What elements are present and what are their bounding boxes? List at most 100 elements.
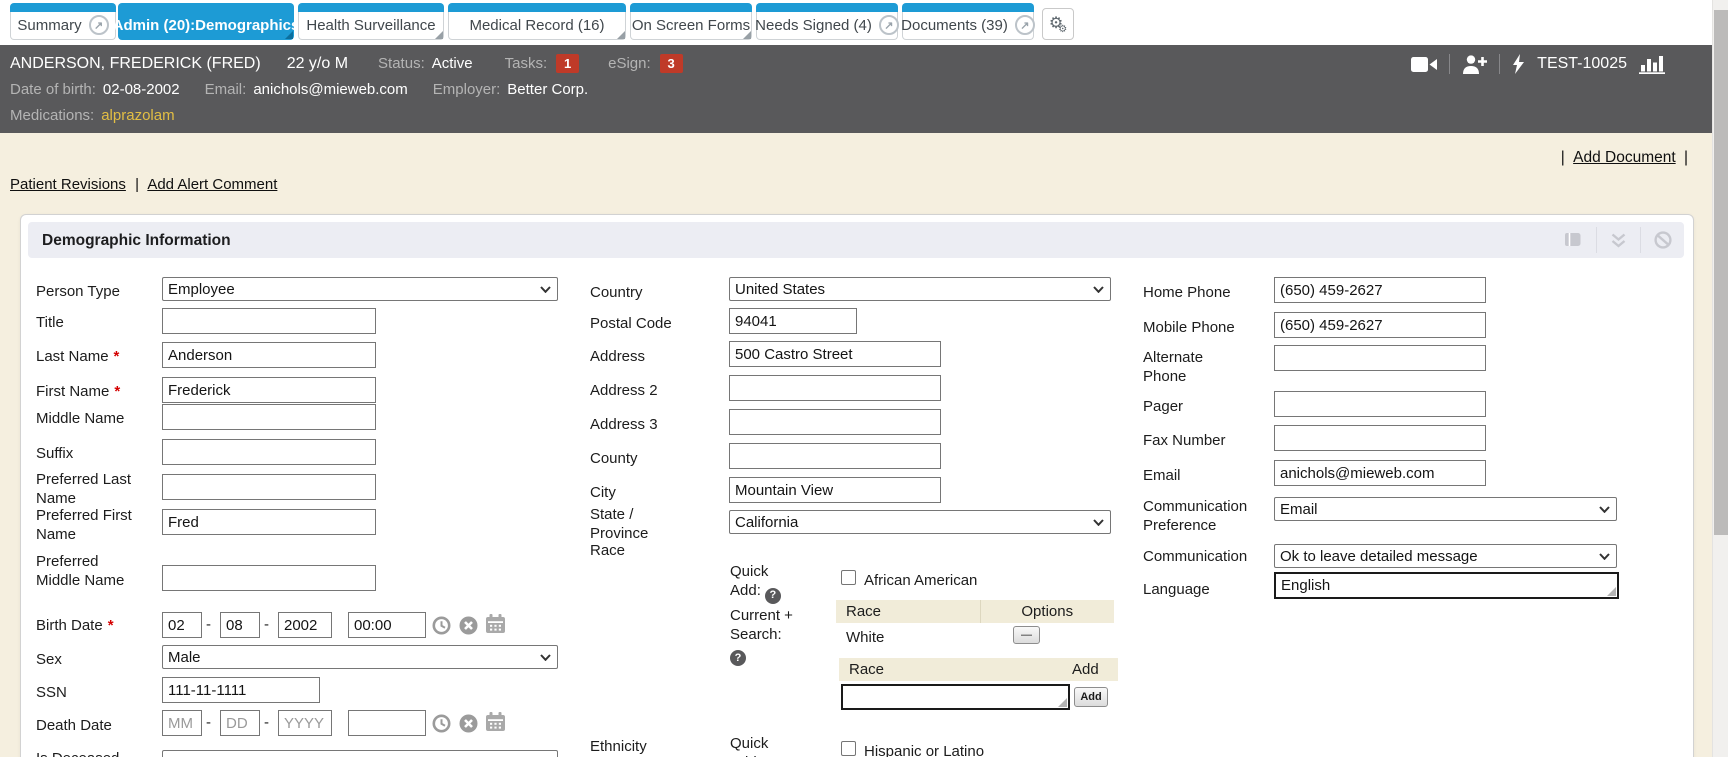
postal-code-label: Postal Code xyxy=(590,314,672,333)
preferred-middle-name-input[interactable] xyxy=(162,565,376,591)
race-add-button[interactable]: Add xyxy=(1074,687,1108,707)
ethnicity-label: Ethnicity xyxy=(590,737,647,756)
race-quick-add-block: Quick Add: Current + Search: xyxy=(730,562,800,666)
mobile-phone-input[interactable] xyxy=(1274,312,1486,338)
help-icon[interactable] xyxy=(765,588,781,604)
add-column-header: Add xyxy=(1068,661,1118,678)
address3-input[interactable] xyxy=(729,409,941,435)
middle-name-label: Middle Name xyxy=(36,409,124,428)
person-type-label: Person Type xyxy=(36,282,120,301)
language-input-wrap xyxy=(1274,572,1619,599)
calendar-icon[interactable] xyxy=(485,712,506,732)
is-deceased-select[interactable]: No xyxy=(162,750,558,757)
email-input[interactable] xyxy=(1274,460,1486,486)
home-phone-label: Home Phone xyxy=(1143,283,1231,302)
last-name-label: Last Name* xyxy=(36,347,119,366)
race-column-header: Race xyxy=(839,661,1068,678)
calendar-icon[interactable] xyxy=(485,614,506,634)
ethnicity-quick-add-block: Quick Add: xyxy=(730,734,800,757)
first-name-label: First Name* xyxy=(36,382,120,401)
death-date-label: Death Date xyxy=(36,716,112,735)
communication-label: Communication xyxy=(1143,547,1247,566)
race-row-value: White xyxy=(846,628,884,647)
title-input[interactable] xyxy=(162,308,376,334)
birth-time-input[interactable] xyxy=(348,612,426,638)
ssn-label: SSN xyxy=(36,683,67,702)
date-separator: - xyxy=(264,714,269,731)
suffix-input[interactable] xyxy=(162,439,376,465)
date-separator: - xyxy=(264,616,269,633)
middle-name-input[interactable] xyxy=(162,404,376,430)
race-add-table-header: Race Add xyxy=(839,658,1118,681)
sex-select[interactable]: Male xyxy=(162,645,558,669)
race-add-input-wrap xyxy=(841,684,1070,710)
death-year-input[interactable] xyxy=(278,710,332,736)
home-phone-input[interactable] xyxy=(1274,277,1486,303)
preferred-last-name-label: Preferred Last Name xyxy=(36,470,140,508)
county-input[interactable] xyxy=(729,443,941,469)
communication-preference-select[interactable]: Email xyxy=(1274,497,1617,521)
address-label: Address xyxy=(590,347,645,366)
race-remove-button[interactable]: — xyxy=(1013,626,1040,644)
city-label: City xyxy=(590,483,616,502)
country-select[interactable]: United States xyxy=(729,277,1111,301)
is-deceased-label: Is Deceased xyxy=(36,749,119,757)
sex-value: Male xyxy=(168,649,201,666)
communication-preference-value: Email xyxy=(1280,501,1318,518)
language-input[interactable] xyxy=(1276,574,1617,597)
first-name-input[interactable] xyxy=(162,377,376,403)
ethnicity-hispanic-checkbox[interactable] xyxy=(841,741,856,756)
race-add-input[interactable] xyxy=(843,686,1068,708)
person-type-select[interactable]: Employee xyxy=(162,277,558,301)
ethnicity-hispanic-label: Hispanic or Latino xyxy=(864,742,984,757)
sex-label: Sex xyxy=(36,650,62,669)
title-label: Title xyxy=(36,313,64,332)
death-day-input[interactable] xyxy=(220,710,260,736)
preferred-last-name-input[interactable] xyxy=(162,474,376,500)
clock-icon[interactable] xyxy=(432,616,451,635)
state-province-label: State / Province xyxy=(590,505,670,543)
race-label: Race xyxy=(590,541,625,560)
fax-number-input[interactable] xyxy=(1274,425,1486,451)
death-month-input[interactable] xyxy=(162,710,202,736)
demographics-form: Person Type Employee Title Last Name* Fi… xyxy=(0,0,1728,757)
options-column-header: Options xyxy=(980,600,1115,623)
race-african-american-checkbox[interactable] xyxy=(841,570,856,585)
pager-input[interactable] xyxy=(1274,391,1486,417)
address3-label: Address 3 xyxy=(590,415,658,434)
alternate-phone-input[interactable] xyxy=(1274,345,1486,371)
email-field-label: Email xyxy=(1143,466,1181,485)
race-current-table-header: Race Options xyxy=(836,600,1114,623)
is-deceased-value: No xyxy=(168,754,187,757)
communication-select[interactable]: Ok to leave detailed message xyxy=(1274,544,1617,568)
vertical-scrollbar[interactable] xyxy=(1712,0,1728,757)
webchart-demographics-screen: Summary Admin (20):Demographics Health S… xyxy=(0,0,1728,757)
address2-input[interactable] xyxy=(729,375,941,401)
birth-date-label: Birth Date* xyxy=(36,616,114,635)
chevron-down-icon xyxy=(1093,286,1104,293)
last-name-input[interactable] xyxy=(162,342,376,368)
country-value: United States xyxy=(735,281,825,298)
birth-year-input[interactable] xyxy=(278,612,332,638)
city-input[interactable] xyxy=(729,477,941,503)
communication-preference-label: Communication Preference xyxy=(1143,497,1278,535)
required-asterisk: * xyxy=(114,348,120,365)
clear-date-icon[interactable] xyxy=(459,714,478,733)
ssn-input[interactable] xyxy=(162,677,320,703)
clear-date-icon[interactable] xyxy=(459,616,478,635)
race-quick-add-label: Quick Add: xyxy=(730,563,768,599)
birth-month-input[interactable] xyxy=(162,612,202,638)
death-time-input[interactable] xyxy=(348,710,426,736)
fax-number-label: Fax Number xyxy=(1143,431,1226,450)
preferred-first-name-input[interactable] xyxy=(162,509,376,535)
preferred-first-name-label: Preferred First Name xyxy=(36,506,140,544)
address-input[interactable] xyxy=(729,341,941,367)
postal-code-input[interactable] xyxy=(729,308,857,334)
state-province-select[interactable]: California xyxy=(729,510,1111,534)
clock-icon[interactable] xyxy=(432,714,451,733)
mobile-phone-label: Mobile Phone xyxy=(1143,318,1235,337)
birth-day-input[interactable] xyxy=(220,612,260,638)
scrollbar-thumb[interactable] xyxy=(1714,10,1728,535)
chevron-down-icon xyxy=(540,654,551,661)
help-icon[interactable] xyxy=(730,650,746,666)
